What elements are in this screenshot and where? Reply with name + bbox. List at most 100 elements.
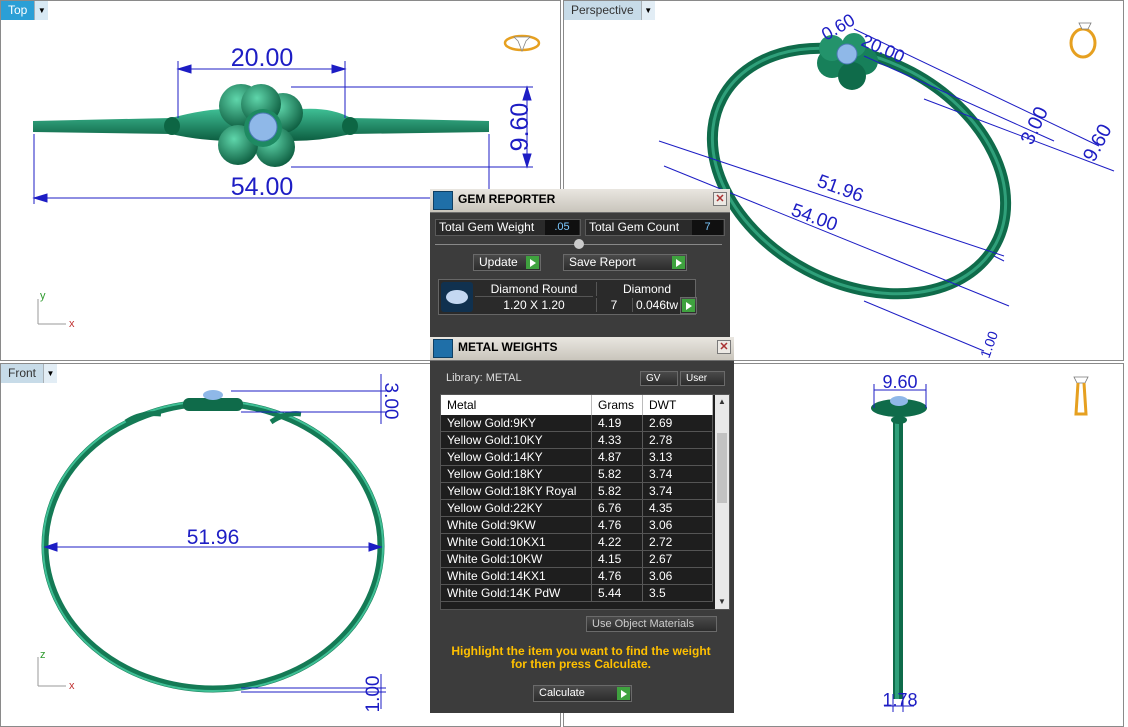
metal-grams: 4.33	[591, 431, 643, 449]
dim-persp-d: 9.60	[1079, 121, 1117, 166]
metal-name: Yellow Gold:22KY	[441, 499, 592, 517]
gem-shape: Diamond Round	[475, 282, 593, 297]
metal-dwt: 2.67	[642, 550, 713, 568]
metal-dwt: 2.78	[642, 431, 713, 449]
dim-top-length: 54.00	[231, 173, 294, 201]
table-row[interactable]: White Gold:10KW 4.15 2.67	[441, 550, 713, 568]
viewport-tab-top[interactable]: Top ▼	[1, 1, 49, 20]
table-row[interactable]: Yellow Gold:22KY 6.76 4.35	[441, 499, 713, 517]
metal-weights-title: METAL WEIGHTS	[458, 340, 558, 354]
gem-icon	[433, 191, 453, 210]
metal-name: Yellow Gold:14KY	[441, 448, 592, 466]
center-gem	[248, 112, 278, 142]
table-scrollbar[interactable]: ▲ ▼	[715, 395, 729, 609]
column-header-metal[interactable]: Metal	[441, 395, 592, 415]
metal-dwt: 3.74	[642, 482, 713, 500]
metal-dwt: 4.35	[642, 499, 713, 517]
flower-head	[871, 396, 927, 424]
gem-row[interactable]: Diamond Round 1.20 X 1.20 Diamond 7 0.04…	[438, 279, 696, 315]
diamond-round-icon	[441, 282, 473, 312]
metal-table: Metal Grams DWT Yellow Gold:9KY 4.19 2.69 …	[441, 395, 713, 602]
viewport-tab-front[interactable]: Front ▼	[1, 364, 58, 383]
axis-x-label: x	[69, 318, 75, 330]
table-row[interactable]: White Gold:14KX1 4.76 3.06	[441, 567, 713, 585]
scroll-up-icon[interactable]: ▲	[715, 395, 729, 409]
dim-right-a: 9.60	[882, 372, 917, 392]
calculate-hint: Highlight the item you want to find the …	[451, 644, 711, 671]
gem-reporter-title: GEM REPORTER	[458, 192, 556, 206]
viewport-label: Front	[8, 366, 37, 380]
center-gem	[203, 390, 223, 400]
metal-name: White Gold:9KW	[441, 516, 592, 534]
save-report-button[interactable]: Save Report	[563, 254, 687, 271]
gem-reporter-titlebar[interactable]: GEM REPORTER ✕	[430, 189, 730, 213]
table-row[interactable]: Yellow Gold:14KY 4.87 3.13	[441, 448, 713, 466]
dim-front-c: 1.00	[363, 676, 384, 713]
gv-label: GV	[646, 373, 661, 384]
metal-grams: 4.87	[591, 448, 643, 466]
save-report-label: Save Report	[569, 255, 636, 269]
play-icon	[617, 687, 630, 700]
axis-z-label: z	[40, 649, 46, 661]
metal-name: Yellow Gold:10KY	[441, 431, 592, 449]
metal-name: White Gold:14K PdW	[441, 584, 592, 602]
metal-name: Yellow Gold:18KY Royal	[441, 482, 592, 500]
dim-persp-f: 54.00	[788, 200, 840, 236]
gem-count: 7	[596, 298, 631, 312]
scale-icon	[433, 339, 453, 358]
gem-weight: 0.046tw	[632, 298, 681, 312]
gallery-knob	[164, 117, 180, 135]
update-button[interactable]: Update	[473, 254, 541, 271]
metal-table-container[interactable]: Metal Grams DWT Yellow Gold:9KY 4.19 2.69 …	[440, 394, 730, 610]
table-row[interactable]: White Gold:10KX1 4.22 2.72	[441, 533, 713, 551]
close-icon[interactable]: ✕	[717, 340, 731, 354]
table-row[interactable]: Yellow Gold:18KY 5.82 3.74	[441, 465, 713, 483]
table-row[interactable]: White Gold:14K PdW 5.44 3.5	[441, 584, 713, 602]
use-object-materials-label: Use Object Materials	[592, 618, 695, 630]
calculate-label: Calculate	[539, 687, 585, 699]
total-gem-weight-text: Total Gem Weight	[439, 220, 535, 234]
column-header-dwt[interactable]: DWT	[642, 395, 713, 415]
chevron-down-icon[interactable]: ▼	[34, 1, 49, 20]
play-icon	[682, 299, 695, 312]
table-row[interactable]: Yellow Gold:9KY 4.19 2.69	[441, 415, 713, 432]
metal-grams: 5.44	[591, 584, 643, 602]
gv-toggle[interactable]: GV	[640, 371, 678, 386]
column-header-grams[interactable]: Grams	[591, 395, 643, 415]
play-icon	[672, 256, 685, 269]
metal-grams: 4.76	[591, 567, 643, 585]
viewport-tab-perspective[interactable]: Perspective ▼	[564, 1, 655, 20]
library-label: Library: METAL	[446, 372, 522, 384]
metal-name: Yellow Gold:18KY	[441, 465, 592, 483]
splitter-handle-icon[interactable]	[574, 239, 584, 249]
dim-persp-c: 3.00	[1017, 104, 1053, 149]
play-icon	[526, 256, 539, 269]
table-row[interactable]: Yellow Gold:10KY 4.33 2.78	[441, 431, 713, 449]
calculate-button[interactable]: Calculate	[533, 685, 632, 702]
metal-weights-titlebar[interactable]: METAL WEIGHTS ✕	[430, 337, 734, 361]
metal-grams: 6.76	[591, 499, 643, 517]
gem-reporter-panel: GEM REPORTER ✕ Total Gem Weight .05 Tota…	[430, 189, 730, 337]
metal-grams: 4.76	[591, 516, 643, 534]
update-button-label: Update	[479, 255, 518, 269]
axis-y-label: y	[40, 290, 46, 302]
table-row[interactable]: Yellow Gold:18KY Royal 5.82 3.74	[441, 482, 713, 500]
user-toggle[interactable]: User	[680, 371, 725, 386]
metal-dwt: 3.06	[642, 516, 713, 534]
close-icon[interactable]: ✕	[713, 192, 727, 206]
axis-gizmo: y x	[37, 290, 75, 330]
scroll-down-icon[interactable]: ▼	[715, 595, 729, 609]
table-row[interactable]: White Gold:9KW 4.76 3.06	[441, 516, 713, 534]
chevron-down-icon[interactable]: ▼	[640, 1, 655, 20]
scrollbar-thumb[interactable]	[717, 433, 727, 503]
flower-head	[183, 390, 243, 411]
use-object-materials-toggle[interactable]: Use Object Materials	[586, 616, 717, 632]
chevron-down-icon[interactable]: ▼	[43, 364, 58, 383]
metal-name: White Gold:10KW	[441, 550, 592, 568]
gallery-knob	[342, 117, 358, 135]
axis-x-label: x	[69, 680, 75, 692]
total-gem-count-text: Total Gem Count	[589, 220, 680, 234]
ring-icon	[1069, 22, 1097, 59]
metal-dwt: 3.74	[642, 465, 713, 483]
gem-row-go-button[interactable]	[680, 297, 697, 314]
